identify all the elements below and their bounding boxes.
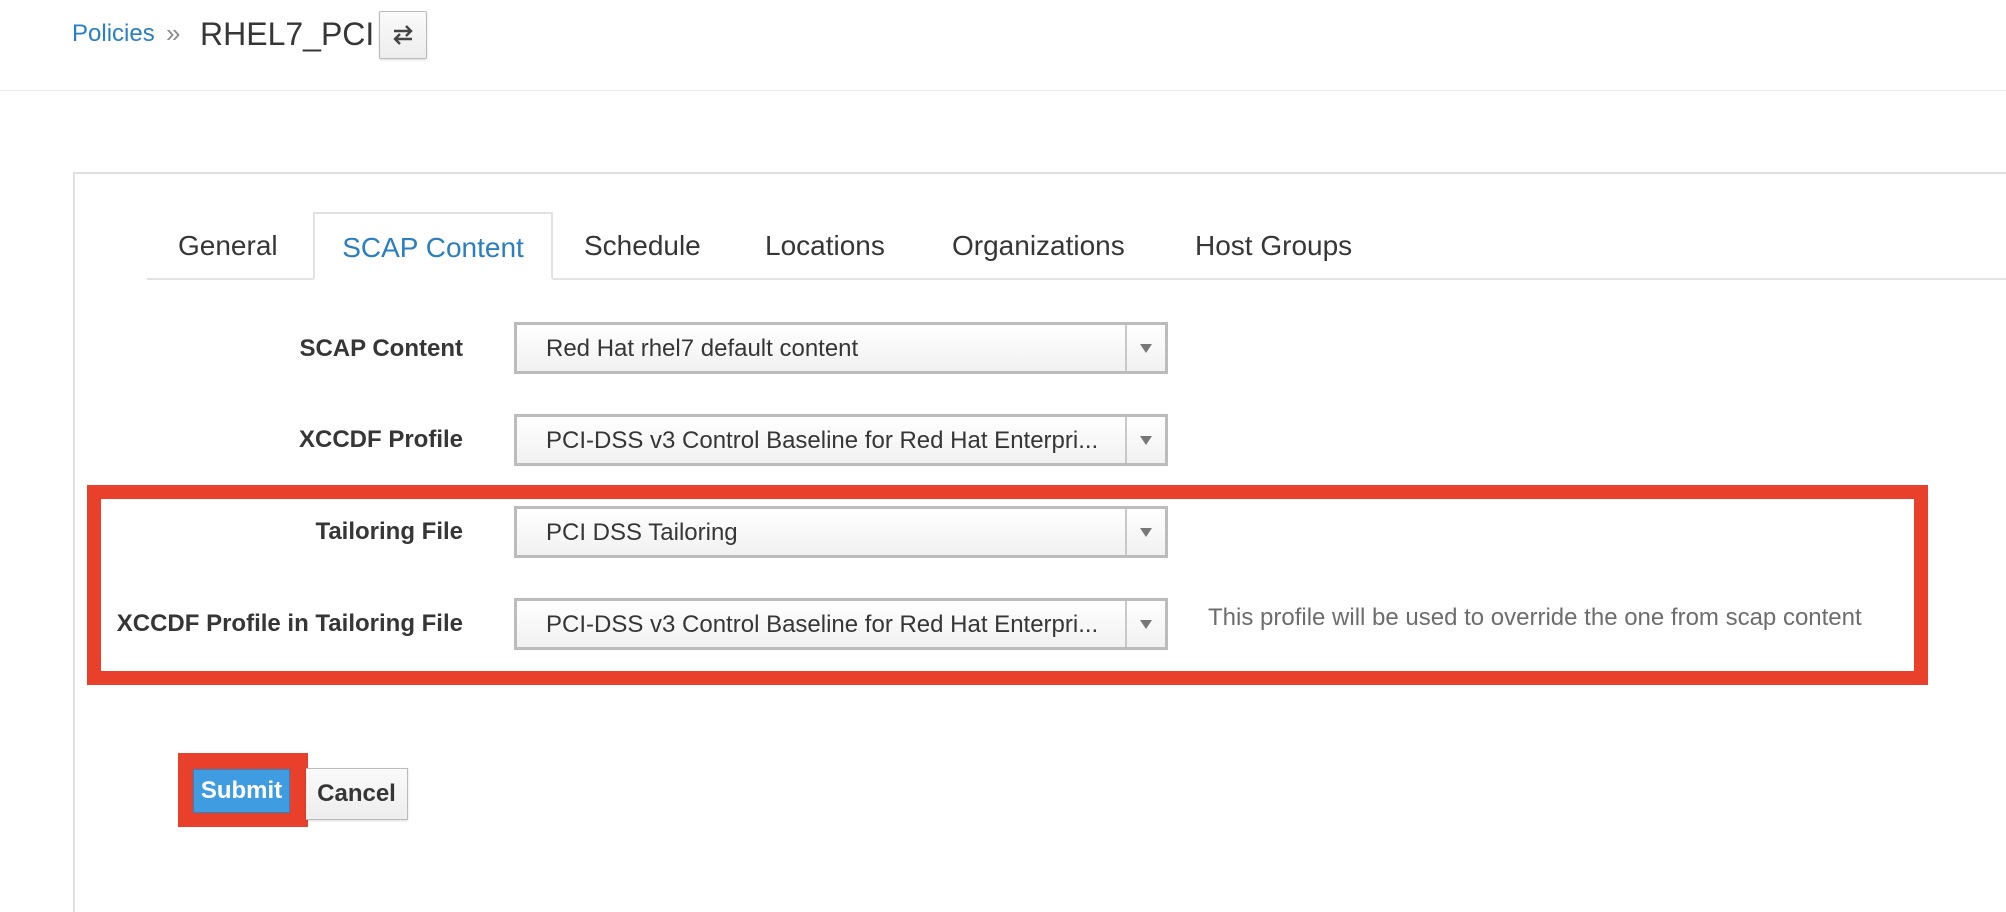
scap-content-select[interactable]: Red Hat rhel7 default content [514, 322, 1168, 374]
tab-general[interactable]: General [178, 212, 278, 280]
breadcrumb-policies-link[interactable]: Policies [72, 20, 155, 48]
chevron-down-icon [1125, 325, 1165, 371]
scap-content-value: Red Hat rhel7 default content [546, 335, 859, 362]
tab-scap-content[interactable]: SCAP Content [313, 212, 553, 280]
tab-host-groups[interactable]: Host Groups [1195, 212, 1352, 280]
switcher-button[interactable] [379, 11, 427, 59]
chevron-down-icon [1125, 417, 1165, 463]
xccdf-profile-label: XCCDF Profile [298, 426, 463, 453]
xccdf-profile-select[interactable]: PCI-DSS v3 Control Baseline for Red Hat … [514, 414, 1168, 466]
switch-arrows-icon [393, 25, 413, 45]
cancel-button[interactable]: Cancel [306, 768, 408, 820]
breadcrumb-separator: » [166, 18, 181, 48]
page-title: RHEL7_PCI [200, 16, 375, 52]
xccdf-profile-value: PCI-DSS v3 Control Baseline for Red Hat … [546, 427, 1099, 454]
tab-locations[interactable]: Locations [765, 212, 885, 280]
submit-button[interactable]: Submit [193, 769, 290, 813]
tab-organizations[interactable]: Organizations [952, 212, 1125, 280]
tailoring-highlight-box [87, 485, 1928, 685]
page-header: Policies » RHEL7_PCI [0, 0, 2006, 91]
tab-schedule[interactable]: Schedule [584, 212, 701, 280]
scap-content-label: SCAP Content [299, 335, 463, 362]
